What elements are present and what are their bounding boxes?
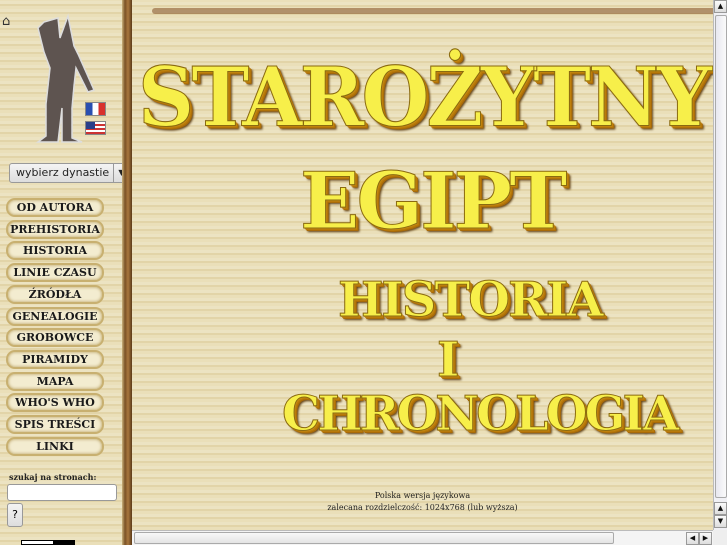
nav-historia[interactable]: HISTORIA	[6, 241, 104, 261]
nav-prehistoria[interactable]: PREHISTORIA	[6, 219, 104, 239]
horizontal-scroll-thumb[interactable]	[134, 532, 614, 544]
search-input[interactable]	[7, 484, 117, 501]
main-frame: STAROŻYTNY EGIPT HISTORIA I CHRONOLOGIA …	[132, 0, 713, 530]
scroll-up-icon[interactable]: ▲	[714, 502, 727, 515]
horizontal-scrollbar[interactable]: ◀ ▶	[132, 530, 713, 545]
dynasty-select-value: wybierz dynastie	[16, 166, 110, 179]
counter-badge	[21, 540, 75, 545]
scrollbar-corner	[713, 530, 727, 545]
title-line-2: EGIPT	[299, 156, 567, 248]
search-button[interactable]: ?	[7, 503, 23, 527]
scroll-left-icon[interactable]: ◀	[686, 532, 699, 545]
vertical-scrollbar[interactable]: ▲ ▲ ▼	[713, 0, 727, 530]
nav-who-s-who[interactable]: WHO'S WHO	[6, 393, 104, 413]
scroll-up-icon[interactable]: ▲	[714, 0, 727, 13]
nav-źródła[interactable]: ŹRÓDŁA	[6, 284, 104, 304]
nav-spis-treści[interactable]: SPIS TREŚCI	[6, 415, 104, 434]
vertical-scroll-thumb[interactable]	[715, 15, 727, 498]
language-note: Polska wersja językowa	[374, 491, 471, 500]
resolution-note: zalecana rozdzielczość: 1024x768 (lub wy…	[327, 503, 518, 512]
dynasty-select[interactable]: wybierz dynastie▼	[9, 163, 130, 183]
home-icon[interactable]: ⌂	[2, 14, 10, 29]
us-flag-icon[interactable]	[85, 121, 106, 135]
title-line-3: HISTORIA	[338, 272, 605, 329]
nav-mapa[interactable]: MAPA	[6, 371, 104, 391]
nav-genealogie[interactable]: GENEALOGIE	[6, 306, 104, 326]
frame-divider[interactable]	[122, 0, 132, 545]
title-line-1: STAROŻYTNY	[137, 49, 712, 146]
scroll-down-icon[interactable]: ▼	[714, 515, 727, 528]
nav-od-autora[interactable]: OD AUTORA	[6, 198, 104, 217]
nav-piramidy[interactable]: PIRAMIDY	[6, 349, 104, 369]
left-frame: ⌂ wybierz dynastie▼ OD AUTORA PREHISTORIA…	[0, 0, 130, 545]
nav-linie-czasu[interactable]: LINIE CZASU	[6, 263, 104, 283]
title-line-4: I	[436, 332, 460, 389]
decorative-bar	[152, 8, 713, 14]
scroll-right-icon[interactable]: ▶	[699, 532, 712, 545]
search-label: szukaj na stronach:	[9, 472, 97, 482]
nav-grobowce[interactable]: GROBOWCE	[6, 328, 104, 348]
title-line-5: CHRONOLOGIA	[281, 386, 679, 443]
nav-linki[interactable]: LINKI	[6, 436, 104, 456]
french-flag-icon[interactable]	[85, 102, 106, 116]
